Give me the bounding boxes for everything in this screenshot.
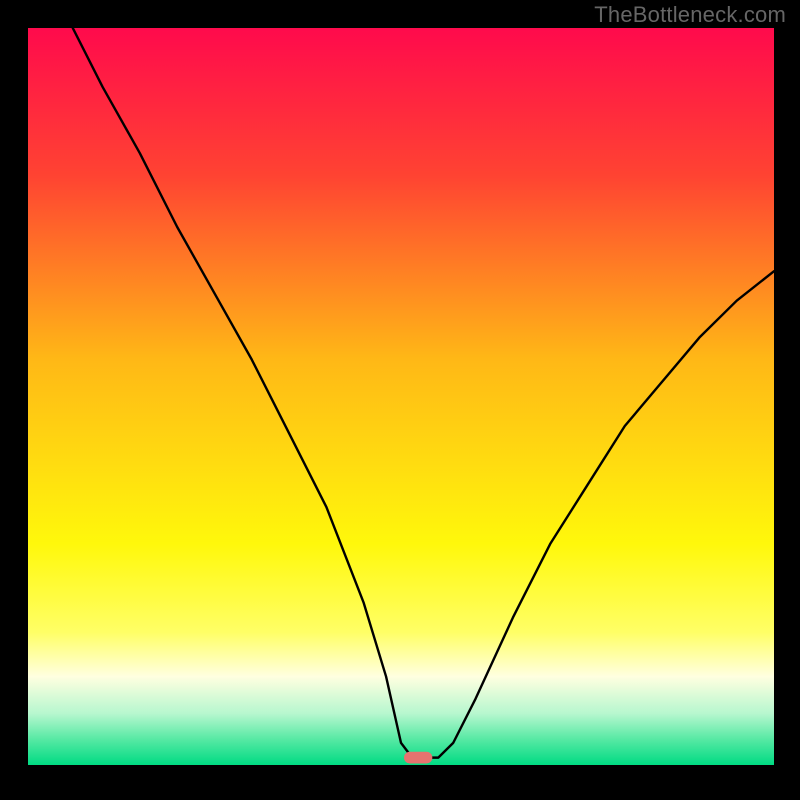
chart-frame: TheBottleneck.com — [0, 0, 800, 800]
bottleneck-chart — [28, 28, 774, 765]
plot-area — [28, 28, 774, 765]
watermark-text: TheBottleneck.com — [594, 2, 786, 28]
optimal-point-marker — [404, 752, 432, 764]
gradient-background — [28, 28, 774, 765]
